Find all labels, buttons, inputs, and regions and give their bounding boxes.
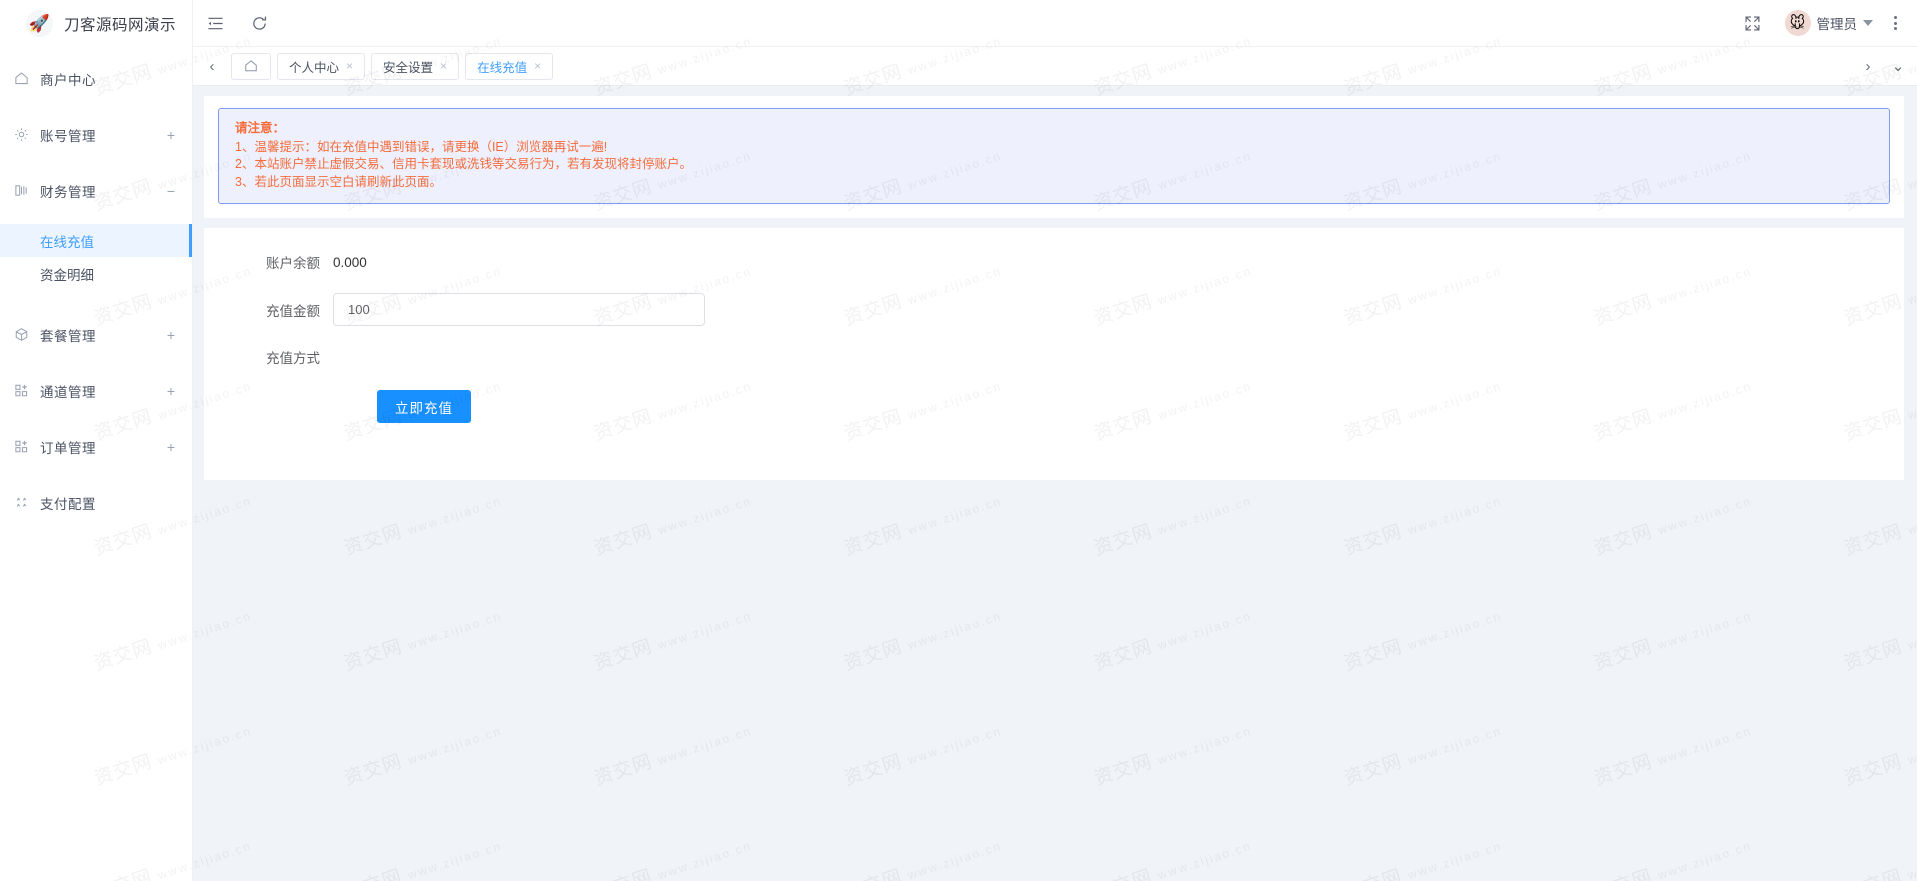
tab-security-settings[interactable]: 安全设置 × — [371, 53, 459, 80]
amount-label: 充值金额 — [248, 300, 320, 320]
dot — [1894, 27, 1897, 30]
menu-fold-icon[interactable] — [193, 0, 237, 47]
balance-label: 账户余额 — [248, 252, 320, 272]
menu-spacer — [0, 213, 192, 224]
sidebar-item-order-management[interactable]: 订单管理 + — [0, 424, 192, 469]
close-icon[interactable]: × — [346, 60, 353, 72]
home-icon — [246, 61, 257, 71]
app-root: 🚀 刀客源码网演示 商户中心 — [0, 0, 1917, 881]
brand-logo-area[interactable]: 🚀 刀客源码网演示 — [0, 0, 192, 47]
payment-method-row: 充值方式 — [204, 347, 1904, 367]
user-menu[interactable]: 🐭 管理员 — [1777, 10, 1882, 36]
sidebar-item-payment-config[interactable]: 支付配置 — [0, 480, 192, 525]
tab-online-recharge[interactable]: 在线充值 × — [465, 53, 553, 80]
sidebar: 🚀 刀客源码网演示 商户中心 — [0, 0, 193, 881]
sidebar-item-finance-management[interactable]: 财务管理 − — [0, 168, 192, 213]
menu-spacer — [0, 301, 192, 312]
sidebar-item-merchant-center[interactable]: 商户中心 — [0, 56, 192, 101]
topbar: 🐭 管理员 — [193, 0, 1917, 47]
notice-line: 1、温馨提示：如在充值中遇到错误，请更换（IE）浏览器再试一遍! — [235, 139, 1873, 157]
chevron-down-icon — [1863, 20, 1873, 26]
refresh-icon[interactable] — [237, 0, 281, 47]
menu-spacer — [0, 101, 192, 112]
sidebar-menu: 商户中心 账号管理 + — [0, 47, 192, 525]
sidebar-item-label: 订单管理 — [40, 437, 164, 457]
more-vertical-icon[interactable] — [1883, 16, 1907, 30]
user-name: 管理员 — [1817, 13, 1858, 33]
tabs-prev-button[interactable]: ‹ — [197, 47, 227, 86]
topbar-right: 🐭 管理员 — [1731, 0, 1917, 47]
tab-personal-center[interactable]: 个人中心 × — [277, 53, 365, 80]
finance-icon — [14, 183, 40, 198]
fullscreen-icon[interactable] — [1731, 0, 1775, 47]
balance-row: 账户余额 0.000 — [204, 252, 1904, 272]
brand-title: 刀客源码网演示 — [64, 13, 176, 35]
tab-home[interactable] — [231, 53, 271, 80]
sidebar-item-label: 套餐管理 — [40, 325, 164, 345]
payment-config-icon — [14, 495, 40, 510]
sidebar-item-label: 账号管理 — [40, 125, 164, 145]
tab-label: 安全设置 — [383, 57, 433, 76]
sidebar-item-channel-management[interactable]: 通道管理 + — [0, 368, 192, 413]
submit-row: 立即充值 — [204, 390, 1904, 423]
content-area: 请注意： 1、温馨提示：如在充值中遇到错误，请更换（IE）浏览器再试一遍! 2、… — [193, 86, 1917, 881]
notice-panel: 请注意： 1、温馨提示：如在充值中遇到错误，请更换（IE）浏览器再试一遍! 2、… — [204, 96, 1904, 218]
sidebar-collapse-indicator: − — [164, 183, 178, 199]
package-icon — [14, 327, 40, 342]
recharge-form-panel: 账户余额 0.000 充值金额 充值方式 立即充值 — [204, 228, 1904, 480]
tabs-list: 个人中心 × 安全设置 × 在线充值 × — [227, 53, 1853, 80]
menu-spacer — [0, 157, 192, 168]
menu-spacer — [0, 469, 192, 480]
tabs-next-button[interactable]: › — [1853, 47, 1883, 86]
sidebar-item-fund-details[interactable]: 资金明细 — [0, 257, 192, 290]
order-icon — [14, 439, 40, 454]
sidebar-item-label: 商户中心 — [40, 69, 164, 89]
sidebar-expand-indicator: + — [164, 327, 178, 343]
recharge-amount-input[interactable] — [333, 293, 705, 326]
dot — [1894, 16, 1897, 19]
menu-spacer — [0, 357, 192, 368]
gear-icon — [14, 127, 40, 142]
tab-label: 在线充值 — [477, 57, 527, 76]
amount-row: 充值金额 — [204, 293, 1904, 326]
notice-heading: 请注意： — [235, 120, 1873, 138]
sidebar-expand-indicator: + — [164, 383, 178, 399]
rocket-icon: 🚀 — [26, 10, 53, 37]
avatar: 🐭 — [1785, 10, 1811, 36]
tabs-bar: ‹ 个人中心 × 安全设置 × 在线充值 × — [193, 47, 1917, 86]
notice-line: 3、若此页面显示空白请刷新此页面。 — [235, 174, 1873, 192]
tabs-dropdown-button[interactable]: ⌄ — [1883, 47, 1913, 86]
notice-line: 2、本站账户禁止虚假交易、信用卡套现或洗钱等交易行为，若有发现将封停账户。 — [235, 156, 1873, 174]
balance-value: 0.000 — [333, 255, 367, 270]
main-area: 🐭 管理员 ‹ 个人 — [193, 0, 1917, 881]
dot — [1894, 22, 1897, 25]
sidebar-item-package-management[interactable]: 套餐管理 + — [0, 312, 192, 357]
submenu-item-label: 在线充值 — [40, 231, 94, 251]
sidebar-expand-indicator: + — [164, 127, 178, 143]
channel-icon — [14, 383, 40, 398]
submenu-item-label: 资金明细 — [40, 264, 94, 284]
sidebar-item-online-recharge[interactable]: 在线充值 — [0, 224, 192, 257]
sidebar-expand-indicator: + — [164, 439, 178, 455]
tab-label: 个人中心 — [289, 57, 339, 76]
sidebar-item-label: 通道管理 — [40, 381, 164, 401]
menu-spacer — [0, 413, 192, 424]
sidebar-item-label: 财务管理 — [40, 181, 164, 201]
home-icon — [14, 71, 40, 86]
close-icon[interactable]: × — [440, 60, 447, 72]
close-icon[interactable]: × — [534, 60, 541, 72]
sidebar-item-account-management[interactable]: 账号管理 + — [0, 112, 192, 157]
menu-spacer — [0, 290, 192, 301]
recharge-submit-button[interactable]: 立即充值 — [377, 390, 471, 423]
notice-box: 请注意： 1、温馨提示：如在充值中遇到错误，请更换（IE）浏览器再试一遍! 2、… — [218, 108, 1890, 204]
payment-method-label: 充值方式 — [248, 347, 320, 367]
sidebar-item-label: 支付配置 — [40, 493, 164, 513]
